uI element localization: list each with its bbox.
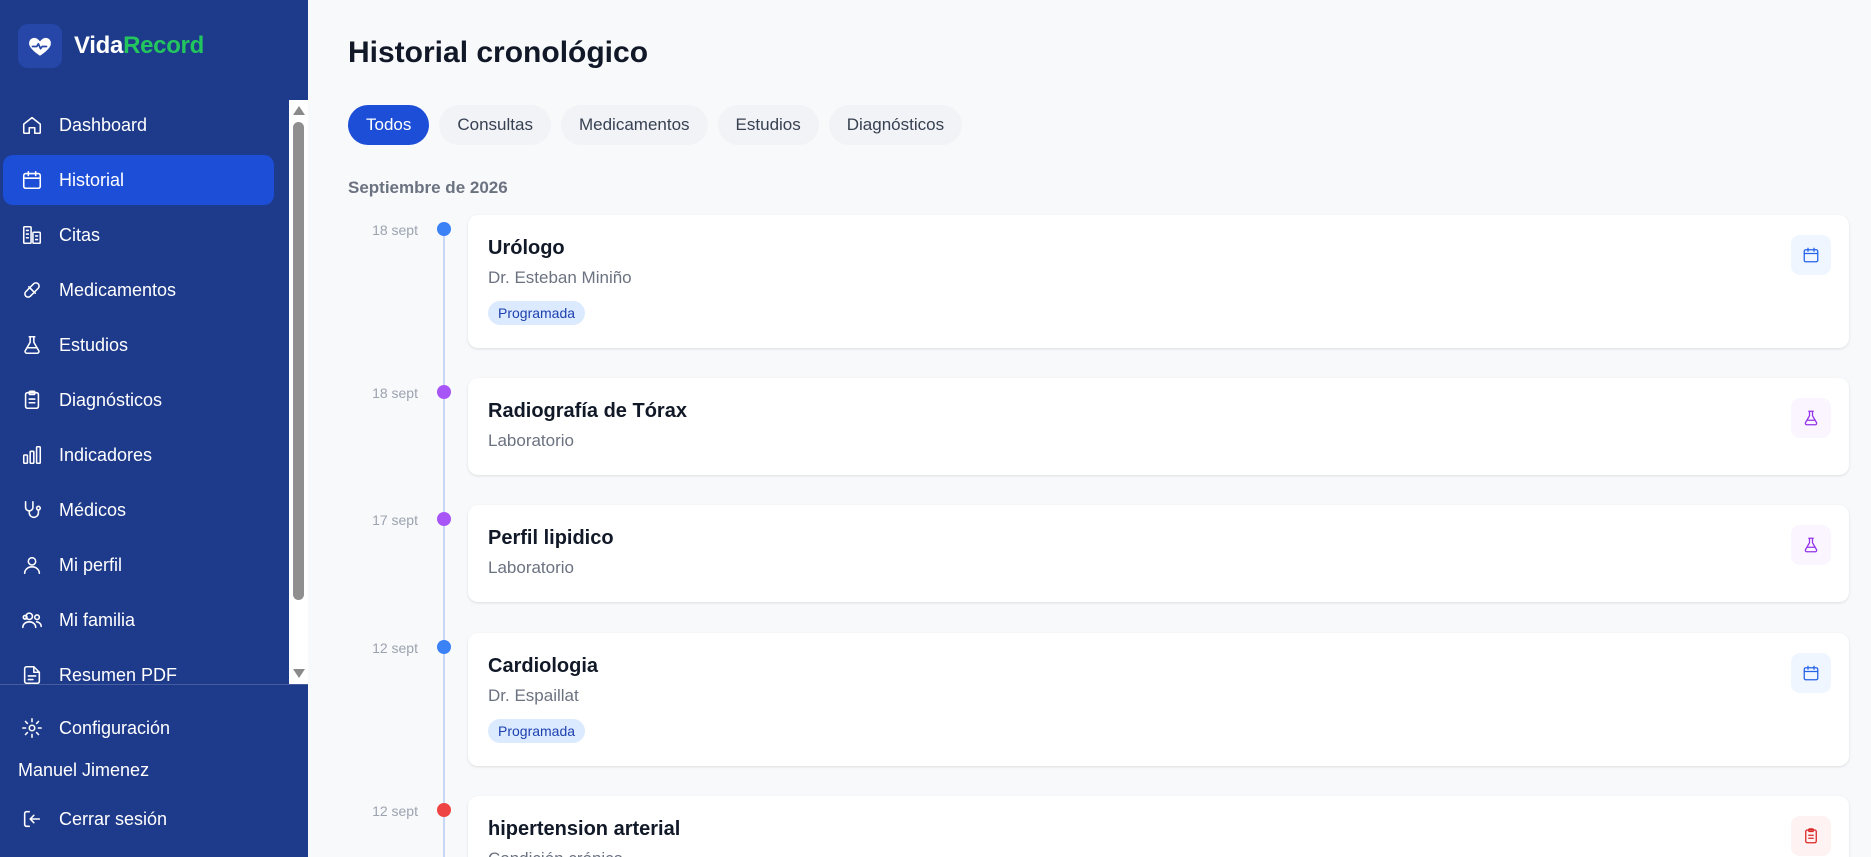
- tab-medicamentos[interactable]: Medicamentos: [560, 105, 708, 145]
- card-subtitle: Condición crónica: [488, 849, 623, 857]
- flask-icon: [21, 334, 43, 356]
- card-title: Perfil lipidico: [488, 527, 614, 549]
- sidebar-item-citas[interactable]: Citas: [3, 210, 274, 260]
- users-icon: [21, 609, 43, 631]
- bar-chart-icon: [21, 444, 43, 466]
- page-title: Historial cronológico: [348, 36, 649, 69]
- sidebar-item-label: Medicamentos: [59, 279, 177, 300]
- logout-label: Cerrar sesión: [59, 808, 168, 829]
- scroll-thumb[interactable]: [293, 122, 304, 600]
- settings-label: Configuración: [59, 717, 171, 738]
- tab-todos[interactable]: Todos: [348, 105, 430, 145]
- card-title: Radiografía de Tórax: [488, 400, 687, 422]
- filter-tabs: Todos Consultas Medicamentos Estudios Di…: [348, 105, 963, 145]
- brand-name-part1: Vida: [74, 32, 124, 59]
- sidebar-item-label: Médicos: [59, 499, 127, 520]
- timeline-card[interactable]: hipertension arterial Condición crónica: [468, 796, 1849, 857]
- sidebar-item-label: Mi familia: [59, 609, 136, 630]
- calendar-icon[interactable]: [1791, 653, 1831, 693]
- card-subtitle: Laboratorio: [488, 558, 575, 577]
- timeline-card[interactable]: Perfil lipidico Laboratorio: [468, 505, 1849, 602]
- status-badge: Programada: [488, 301, 586, 325]
- sidebar-item-label: Mi perfil: [59, 554, 123, 575]
- clipboard-icon: [21, 389, 43, 411]
- logout-icon: [21, 808, 43, 830]
- user-icon: [21, 554, 43, 576]
- brand-name: VidaRecord: [74, 32, 204, 60]
- sidebar-item-label: Estudios: [59, 334, 129, 355]
- sidebar-scrollbar[interactable]: [289, 100, 308, 684]
- card-title: Cardiologia: [488, 655, 599, 677]
- timeline-dot: [437, 385, 451, 399]
- tab-diagnosticos[interactable]: Diagnósticos: [828, 105, 963, 145]
- timeline-line: [443, 228, 445, 857]
- sidebar-item-label: Historial: [59, 169, 125, 190]
- card-subtitle: Dr. Espaillat: [488, 686, 579, 705]
- sidebar-item-historial[interactable]: Historial: [3, 155, 274, 205]
- entry-date: 18 sept: [372, 222, 418, 238]
- month-section-label: Septiembre de 2026: [348, 178, 508, 197]
- sidebar-item-diagnosticos[interactable]: Diagnósticos: [3, 375, 274, 425]
- brand-name-part2: Record: [123, 32, 204, 59]
- timeline-card[interactable]: Radiografía de Tórax Laboratorio: [468, 378, 1849, 475]
- heart-pulse-icon: [18, 24, 62, 68]
- stethoscope-icon: [21, 499, 43, 521]
- sidebar-item-label: Citas: [59, 224, 101, 245]
- flask-icon[interactable]: [1791, 525, 1831, 565]
- sidebar-item-estudios[interactable]: Estudios: [3, 320, 274, 370]
- timeline-card[interactable]: Cardiologia Dr. Espaillat Programada: [468, 633, 1849, 766]
- card-subtitle: Dr. Esteban Miniño: [488, 268, 632, 287]
- sidebar-item-mi-familia[interactable]: Mi familia: [3, 595, 274, 645]
- card-title: Urólogo: [488, 237, 565, 259]
- sidebar-item-mi-perfil[interactable]: Mi perfil: [3, 540, 274, 590]
- file-icon: [21, 664, 43, 684]
- entry-date: 17 sept: [372, 512, 418, 528]
- brand[interactable]: VidaRecord: [18, 24, 204, 68]
- settings-button[interactable]: Configuración: [3, 706, 274, 750]
- sidebar-item-dashboard[interactable]: Dashboard: [3, 100, 274, 150]
- sidebar-item-resumen-pdf[interactable]: Resumen PDF: [3, 650, 274, 684]
- sidebar-nav: Dashboard Historial Citas Medicamentos E…: [0, 100, 308, 684]
- scroll-up-arrow-icon[interactable]: [293, 106, 305, 115]
- timeline-dot: [437, 222, 451, 236]
- timeline-dot: [437, 803, 451, 817]
- sidebar-item-indicadores[interactable]: Indicadores: [3, 430, 274, 480]
- user-name: Manuel Jimenez: [18, 760, 150, 780]
- main-content: Historial cronológico Todos Consultas Me…: [308, 0, 1871, 857]
- sidebar: VidaRecord Dashboard Historial Citas Med…: [0, 0, 308, 857]
- pill-icon: [21, 279, 43, 301]
- scroll-down-arrow-icon[interactable]: [293, 669, 305, 678]
- sidebar-item-label: Dashboard: [59, 114, 148, 135]
- timeline-card[interactable]: Urólogo Dr. Esteban Miniño Programada: [468, 215, 1849, 348]
- sidebar-item-label: Diagnósticos: [59, 389, 163, 410]
- calendar-icon: [21, 169, 43, 191]
- timeline-dot: [437, 640, 451, 654]
- tab-estudios[interactable]: Estudios: [717, 105, 819, 145]
- entry-date: 12 sept: [372, 803, 418, 819]
- building-icon: [21, 224, 43, 246]
- entry-date: 12 sept: [372, 640, 418, 656]
- sidebar-item-medicamentos[interactable]: Medicamentos: [3, 265, 274, 315]
- calendar-icon[interactable]: [1791, 235, 1831, 275]
- timeline-dot: [437, 512, 451, 526]
- card-subtitle: Laboratorio: [488, 431, 575, 450]
- sidebar-divider: [0, 684, 308, 685]
- tab-consultas[interactable]: Consultas: [439, 105, 551, 145]
- entry-date: 18 sept: [372, 385, 418, 401]
- home-icon: [21, 114, 43, 136]
- status-badge: Programada: [488, 719, 586, 743]
- clipboard-icon[interactable]: [1791, 816, 1831, 856]
- card-title: hipertension arterial: [488, 818, 681, 840]
- sidebar-item-label: Indicadores: [59, 444, 153, 465]
- sidebar-item-label: Resumen PDF: [59, 664, 178, 685]
- gear-icon: [21, 717, 43, 739]
- logout-button[interactable]: Cerrar sesión: [3, 797, 274, 841]
- sidebar-item-medicos[interactable]: Médicos: [3, 485, 274, 535]
- flask-icon[interactable]: [1791, 398, 1831, 438]
